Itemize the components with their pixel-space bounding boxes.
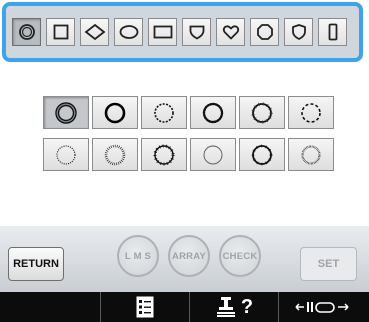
check-button[interactable]: CHECK — [219, 235, 261, 277]
double-line-circle-icon — [55, 101, 77, 124]
concentric-circle-icon — [18, 24, 35, 40]
stitch-style-1[interactable] — [43, 96, 89, 129]
help-question-mark: ? — [240, 295, 254, 318]
stitch-style-5[interactable] — [239, 96, 285, 129]
status-bar: ? — [0, 292, 369, 322]
shape-tab-heart[interactable] — [216, 18, 245, 46]
stitched-circle-icon — [153, 143, 175, 166]
control-panel: RETURN L M S ARRAY CHECK SET — [0, 226, 369, 292]
stitch-style-2[interactable] — [92, 96, 138, 129]
stitch-style-4[interactable] — [190, 96, 236, 129]
fine-dotted-circle-icon — [56, 144, 76, 165]
dashed-circle-icon — [301, 102, 321, 123]
rectangle-icon — [153, 25, 172, 39]
shape-tab-tall-rectangle[interactable] — [318, 18, 347, 46]
tick-circle-icon — [251, 144, 273, 165]
stitch-style-3[interactable] — [141, 96, 187, 129]
thick-line-circle-icon — [104, 102, 126, 123]
diamond-icon — [84, 23, 105, 41]
stitch-style-11[interactable] — [239, 138, 285, 171]
oval-icon — [119, 25, 138, 39]
stitch-style-6[interactable] — [288, 96, 334, 129]
status-blank-segment — [0, 292, 100, 322]
shape-selector-bar — [2, 2, 363, 62]
sewing-machine-icon — [216, 297, 235, 317]
return-button[interactable]: RETURN — [8, 247, 64, 281]
stitch-style-7[interactable] — [43, 138, 89, 171]
shield-icon — [189, 25, 204, 40]
crest-icon — [291, 24, 306, 40]
set-button[interactable]: SET — [300, 247, 357, 281]
help-button[interactable]: ? — [189, 292, 278, 322]
tall-rectangle-icon — [328, 23, 337, 41]
array-button[interactable]: ARRAY — [168, 235, 210, 277]
checklist-icon — [136, 296, 154, 318]
shape-tab-octagon[interactable] — [250, 18, 279, 46]
shape-tab-rectangle[interactable] — [148, 18, 177, 46]
stitch-style-9[interactable] — [141, 138, 187, 171]
thin-circle-icon — [203, 145, 223, 164]
shape-tab-square[interactable] — [46, 18, 75, 46]
shape-tab-crest[interactable] — [284, 18, 313, 46]
dotted-circle-icon — [154, 102, 174, 123]
presser-foot-lift-icon — [295, 302, 349, 313]
stitch-style-8[interactable] — [92, 138, 138, 171]
notched-circle-icon — [251, 101, 273, 124]
shape-tab-oval[interactable] — [114, 18, 143, 46]
shape-tab-circle-frame[interactable] — [12, 18, 41, 46]
shape-tab-diamond[interactable] — [80, 18, 109, 46]
lms-button[interactable]: L M S — [117, 235, 159, 277]
stitch-style-12[interactable] — [288, 138, 334, 171]
stitch-style-10[interactable] — [190, 138, 236, 171]
satin-circle-icon — [301, 144, 321, 165]
presser-foot-button[interactable] — [278, 292, 369, 322]
shape-tab-shield[interactable] — [182, 18, 211, 46]
settings-list-button[interactable] — [100, 292, 189, 322]
square-icon — [53, 24, 68, 40]
heart-icon — [222, 25, 239, 40]
octagon-icon — [256, 24, 273, 40]
beaded-circle-icon — [202, 102, 224, 123]
zigzag-circle-icon — [104, 144, 126, 165]
